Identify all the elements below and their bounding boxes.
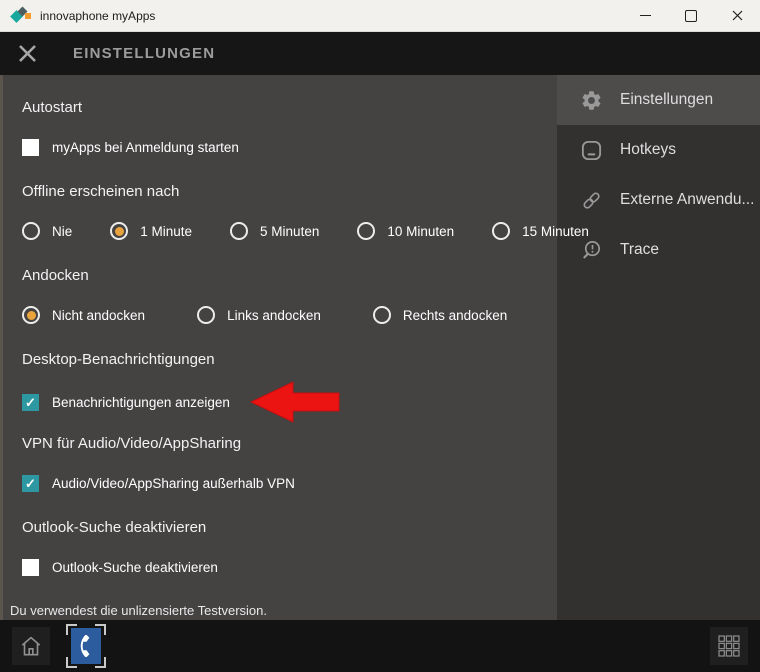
selection-bracket: [66, 624, 77, 635]
section-autostart: Autostart myApps bei Anmeldung starten: [0, 99, 557, 159]
settings-sidebar: Einstellungen Hotkeys: [557, 75, 760, 620]
main-area: Autostart myApps bei Anmeldung starten O…: [0, 75, 760, 620]
checkbox-label: Benachrichtigungen anzeigen: [52, 395, 230, 410]
sidebar-item-label: Hotkeys: [620, 141, 676, 159]
settings-header: EINSTELLUNGEN: [0, 32, 760, 75]
autostart-checkbox[interactable]: [22, 139, 39, 156]
radio-button: [492, 222, 510, 240]
sidebar-item-label: Externe Anwendu...: [620, 191, 754, 209]
sidebar-item-label: Trace: [620, 241, 659, 259]
gear-icon: [579, 88, 603, 112]
notifications-checkbox[interactable]: [22, 394, 39, 411]
license-note: Du verwendest die unlizensierte Testvers…: [0, 603, 557, 618]
checkbox-row: Benachrichtigungen anzeigen: [22, 381, 557, 423]
section-heading: Andocken: [22, 267, 557, 285]
minimize-button[interactable]: [622, 0, 668, 31]
radio-label: 15 Minuten: [522, 224, 589, 239]
settings-content-pane: Autostart myApps bei Anmeldung starten O…: [0, 75, 557, 620]
settings-close-button[interactable]: [15, 42, 39, 66]
trace-icon: [579, 238, 603, 262]
app-grid-button[interactable]: [710, 627, 748, 665]
radio-option-5-minuten[interactable]: 5 Minuten: [230, 222, 319, 240]
radio-button: [357, 222, 375, 240]
hotkey-icon: [579, 138, 603, 162]
close-icon: [732, 10, 743, 21]
checkbox-label: Audio/Video/AppSharing außerhalb VPN: [52, 476, 295, 491]
radio-label: Links andocken: [227, 308, 321, 323]
sidebar-item-einstellungen[interactable]: Einstellungen: [557, 75, 760, 125]
app-window: innovaphone myApps EINSTELLUNGEN: [0, 0, 760, 672]
section-heading: Outlook-Suche deaktivieren: [22, 519, 557, 537]
section-offline-timeout: Offline erscheinen nach Nie 1 Minute 5 M…: [0, 183, 557, 243]
phone-icon: [75, 635, 97, 657]
section-heading: VPN für Audio/Video/AppSharing: [22, 435, 557, 453]
radio-label: Rechts andocken: [403, 308, 507, 323]
window-title: innovaphone myApps: [40, 9, 155, 23]
phone-app-button[interactable]: [66, 624, 106, 668]
selection-bracket: [66, 657, 77, 668]
window-edge-strip: [0, 75, 3, 620]
window-controls: [622, 0, 760, 31]
outlook-checkbox[interactable]: [22, 559, 39, 576]
radio-option-nicht-andocken[interactable]: Nicht andocken: [22, 306, 145, 324]
close-window-button[interactable]: [714, 0, 760, 31]
radio-option-rechts-andocken[interactable]: Rechts andocken: [373, 306, 507, 324]
radio-option-nie[interactable]: Nie: [22, 222, 72, 240]
section-heading: Autostart: [22, 99, 557, 117]
section-docking: Andocken Nicht andocken Links andocken R…: [0, 267, 557, 327]
checkbox-row: Audio/Video/AppSharing außerhalb VPN: [22, 471, 557, 495]
innovaphone-logo-icon: [12, 7, 32, 25]
minimize-icon: [640, 15, 651, 16]
red-arrow-annotation-icon: [249, 381, 341, 423]
radio-option-links-andocken[interactable]: Links andocken: [197, 306, 321, 324]
radio-label: 5 Minuten: [260, 224, 319, 239]
link-icon: [579, 188, 603, 212]
section-vpn: VPN für Audio/Video/AppSharing Audio/Vid…: [0, 435, 557, 495]
radio-label: 1 Minute: [140, 224, 192, 239]
selection-bracket: [95, 624, 106, 635]
radio-button: [22, 222, 40, 240]
checkbox-label: Outlook-Suche deaktivieren: [52, 560, 218, 575]
radio-option-10-minuten[interactable]: 10 Minuten: [357, 222, 454, 240]
maximize-icon: [685, 10, 697, 22]
sidebar-item-externe-anwendungen[interactable]: Externe Anwendu...: [557, 175, 760, 225]
section-heading: Desktop-Benachrichtigungen: [22, 351, 557, 369]
section-outlook: Outlook-Suche deaktivieren Outlook-Suche…: [0, 519, 557, 579]
checkbox-row: Outlook-Suche deaktivieren: [22, 555, 557, 579]
radio-group-offline: Nie 1 Minute 5 Minuten 10 Minuten: [22, 219, 557, 243]
radio-option-1-minute[interactable]: 1 Minute: [110, 222, 192, 240]
radio-label: Nicht andocken: [52, 308, 145, 323]
section-heading: Offline erscheinen nach: [22, 183, 557, 201]
checkbox-label: myApps bei Anmeldung starten: [52, 140, 239, 155]
home-icon: [18, 633, 44, 659]
page-title: EINSTELLUNGEN: [73, 45, 215, 62]
radio-button: [373, 306, 391, 324]
radio-button: [22, 306, 40, 324]
section-notifications: Desktop-Benachrichtigungen Benachrichtig…: [0, 351, 557, 423]
checkbox-row: myApps bei Anmeldung starten: [22, 135, 557, 159]
sidebar-item-hotkeys[interactable]: Hotkeys: [557, 125, 760, 175]
radio-button: [110, 222, 128, 240]
radio-label: Nie: [52, 224, 72, 239]
window-titlebar[interactable]: innovaphone myApps: [0, 0, 760, 32]
radio-group-docking: Nicht andocken Links andocken Rechts and…: [22, 303, 557, 327]
sidebar-item-label: Einstellungen: [620, 91, 713, 109]
maximize-button[interactable]: [668, 0, 714, 31]
taskbar: [0, 620, 760, 672]
radio-button: [197, 306, 215, 324]
radio-label: 10 Minuten: [387, 224, 454, 239]
selection-bracket: [95, 657, 106, 668]
vpn-checkbox[interactable]: [22, 475, 39, 492]
home-button[interactable]: [12, 627, 50, 665]
close-icon: [17, 43, 38, 64]
grid-icon: [717, 634, 741, 658]
radio-button: [230, 222, 248, 240]
radio-option-15-minuten[interactable]: 15 Minuten: [492, 222, 589, 240]
